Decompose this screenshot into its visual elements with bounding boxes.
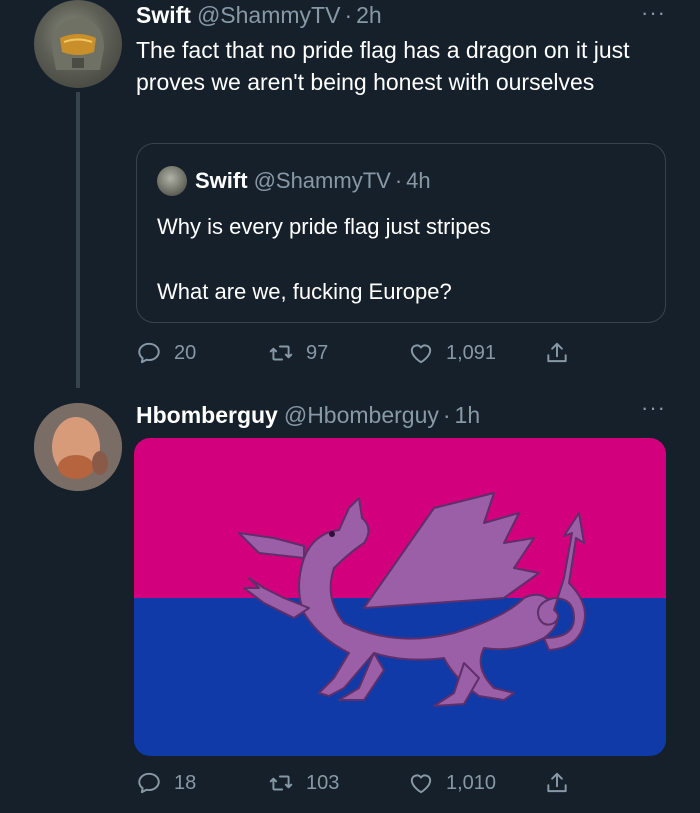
retweet-button[interactable]: 97 bbox=[268, 340, 408, 366]
avatar-hbomberguy[interactable] bbox=[34, 403, 122, 491]
like-count: 1,091 bbox=[446, 341, 497, 364]
reply-icon bbox=[138, 342, 160, 364]
separator-dot: · bbox=[394, 168, 403, 193]
share-icon bbox=[547, 342, 567, 363]
quoted-user-handle: @ShammyTV bbox=[253, 168, 391, 193]
display-name[interactable]: Swift bbox=[136, 2, 191, 29]
quoted-text-line-1: Why is every pride flag just stripes bbox=[157, 214, 491, 239]
quoted-avatar bbox=[157, 166, 187, 196]
quoted-tweet-header: Swift @ShammyTV · 4h bbox=[157, 166, 431, 196]
person-avatar-image bbox=[34, 403, 122, 491]
tweet-image-dragon-flag[interactable] bbox=[134, 438, 666, 756]
like-button[interactable]: 1,091 bbox=[408, 340, 544, 366]
tweet-header: Swift @ShammyTV · 2h bbox=[136, 0, 382, 30]
like-button[interactable]: 1,010 bbox=[408, 770, 544, 796]
retweet-count: 103 bbox=[306, 771, 340, 794]
more-icon[interactable]: ··· bbox=[641, 0, 666, 26]
quoted-display-name: Swift bbox=[195, 168, 248, 193]
quoted-text-line-2: What are we, fucking Europe? bbox=[157, 279, 452, 304]
retweet-icon bbox=[269, 345, 293, 361]
timestamp[interactable]: 1h bbox=[455, 402, 481, 429]
reply-button[interactable]: 20 bbox=[136, 340, 268, 366]
separator-dot: · bbox=[442, 401, 451, 428]
tweet-actions: 20 97 1,091 bbox=[136, 338, 616, 368]
quoted-timestamp: 4h bbox=[406, 168, 431, 193]
retweet-icon bbox=[269, 775, 293, 791]
helmet-avatar-image bbox=[52, 18, 104, 70]
share-button[interactable] bbox=[544, 340, 582, 366]
share-icon bbox=[547, 772, 567, 793]
reply-count: 20 bbox=[174, 341, 197, 364]
reply-button[interactable]: 18 bbox=[136, 770, 268, 796]
more-icon[interactable]: ··· bbox=[641, 395, 666, 421]
like-count: 1,010 bbox=[446, 771, 497, 794]
tweet-hbomberguy[interactable]: Hbomberguy @Hbomberguy · 1h ··· 18 103 1… bbox=[0, 395, 700, 813]
tweet-text: The fact that no pride flag has a dragon… bbox=[136, 37, 630, 95]
tweet-swift[interactable]: Swift @ShammyTV · 2h ··· The fact that n… bbox=[0, 0, 700, 388]
separator-dot: · bbox=[344, 1, 353, 28]
tweet-header: Hbomberguy @Hbomberguy · 1h bbox=[136, 400, 480, 430]
like-icon bbox=[410, 344, 432, 364]
thread-connector-line bbox=[76, 92, 80, 388]
tweet-actions: 18 103 1,010 bbox=[136, 768, 616, 798]
retweet-count: 97 bbox=[306, 341, 329, 364]
display-name[interactable]: Hbomberguy bbox=[136, 402, 278, 429]
reply-count: 18 bbox=[174, 771, 197, 794]
timestamp[interactable]: 2h bbox=[356, 2, 382, 29]
share-button[interactable] bbox=[544, 770, 582, 796]
user-handle[interactable]: @Hbomberguy bbox=[284, 402, 439, 429]
like-icon bbox=[410, 774, 432, 794]
quoted-tweet[interactable]: Swift @ShammyTV · 4h Why is every pride … bbox=[136, 143, 666, 323]
dragon-flag-image bbox=[134, 438, 666, 756]
avatar-swift[interactable] bbox=[34, 0, 122, 88]
retweet-button[interactable]: 103 bbox=[268, 770, 408, 796]
user-handle[interactable]: @ShammyTV bbox=[197, 2, 340, 29]
reply-icon bbox=[138, 772, 160, 794]
